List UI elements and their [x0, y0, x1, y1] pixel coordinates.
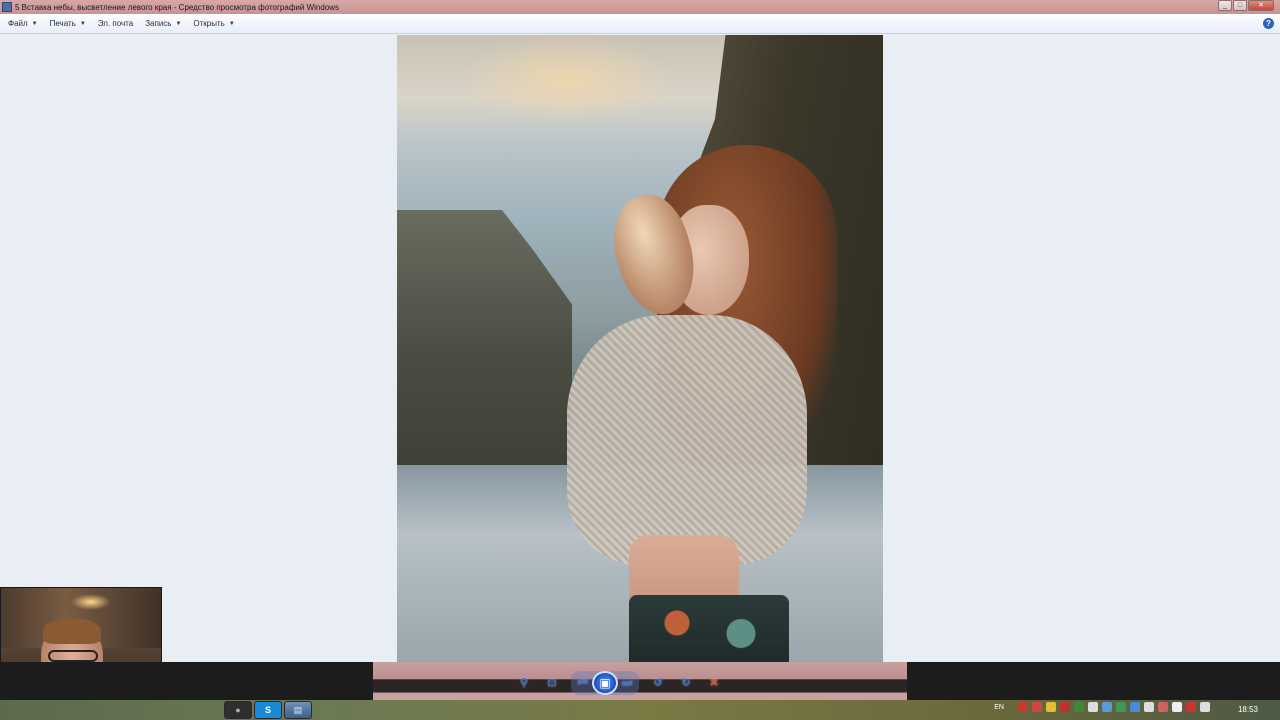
chevron-down-icon: ▼	[79, 20, 86, 27]
help-icon[interactable]: ?	[1263, 18, 1274, 29]
taskbar-recorder-button[interactable]: ●	[224, 701, 252, 719]
photo-viewer-icon: ▤	[293, 704, 303, 715]
photo-sky	[457, 35, 677, 125]
previous-icon[interactable]: ⏮	[574, 675, 592, 691]
menu-burn[interactable]: Запись ▼	[145, 19, 181, 28]
menu-email-label: Эл. почта	[97, 19, 134, 28]
menu-open-label: Открыть	[193, 19, 225, 28]
next-icon[interactable]: ⏭	[618, 675, 636, 691]
menu-file-label: Файл	[8, 19, 28, 28]
navigation-group: ⏮ ▣ ⏭	[571, 671, 639, 695]
tray-icon-14[interactable]	[1200, 702, 1210, 712]
close-button[interactable]: ✕	[1248, 0, 1274, 11]
window-controls: _ □ ✕	[1218, 0, 1274, 11]
taskbar: ● S ▤ EN 18:53	[0, 700, 1280, 720]
photo-model-top	[567, 315, 807, 565]
minimize-button[interactable]: _	[1218, 0, 1232, 11]
record-icon: ●	[235, 705, 241, 715]
tray-icon-1[interactable]	[1018, 702, 1028, 712]
tray-icon-5[interactable]	[1074, 702, 1084, 712]
skype-icon: S	[264, 705, 271, 715]
photo-viewer-app-icon	[2, 2, 12, 12]
viewer-controls: ⚲ ⊡ ⏮ ▣ ⏭ ↺ ↻ ✕	[515, 671, 723, 695]
menu-file[interactable]: Файл ▼	[8, 19, 38, 28]
displayed-photo	[397, 35, 883, 662]
tray-icon-11[interactable]	[1158, 702, 1168, 712]
tray-icon-4[interactable]	[1060, 702, 1070, 712]
chevron-down-icon: ▼	[31, 20, 38, 27]
webcam-presenter-hair	[43, 618, 101, 644]
taskbar-skype-button[interactable]: S	[254, 701, 282, 719]
actual-size-icon[interactable]: ⊡	[543, 675, 561, 691]
menu-bar: Файл ▼ Печать ▼ Эл. почта Запись ▼ Откры…	[0, 14, 1280, 34]
chevron-down-icon: ▼	[228, 20, 235, 27]
tray-icon-7[interactable]	[1102, 702, 1112, 712]
tray-icon-2[interactable]	[1032, 702, 1042, 712]
slideshow-button[interactable]: ▣	[592, 671, 618, 695]
menu-print-label: Печать	[49, 19, 76, 28]
title-bar: 5 Вставка небы, высветление левого края …	[0, 0, 1280, 14]
rotate-left-icon[interactable]: ↺	[649, 675, 667, 691]
chevron-down-icon: ▼	[175, 20, 182, 27]
photo-model-skirt	[629, 595, 789, 662]
language-indicator[interactable]: EN	[994, 704, 1004, 711]
zoom-icon[interactable]: ⚲	[515, 675, 533, 691]
window-title: 5 Вставка небы, высветление левого края …	[15, 2, 340, 12]
menu-print[interactable]: Печать ▼	[50, 19, 86, 28]
maximize-button[interactable]: □	[1233, 0, 1247, 11]
rotate-right-icon[interactable]: ↻	[677, 675, 695, 691]
tray-icon-6[interactable]	[1088, 702, 1098, 712]
tray-icon-9[interactable]	[1130, 702, 1140, 712]
tray-icon-10[interactable]	[1144, 702, 1154, 712]
photo-rock	[397, 210, 572, 480]
tray-icon-8[interactable]	[1116, 702, 1126, 712]
menu-open[interactable]: Открыть ▼	[193, 19, 234, 28]
delete-icon[interactable]: ✕	[705, 675, 723, 691]
webcam-presenter-glasses	[48, 650, 98, 662]
taskbar-clock[interactable]: 18:53	[1238, 705, 1258, 714]
webcam-lamp	[71, 594, 111, 610]
menu-email[interactable]: Эл. почта	[98, 19, 133, 28]
tray-icon-13[interactable]	[1186, 702, 1196, 712]
system-tray: EN	[994, 702, 1210, 712]
menu-burn-label: Запись	[145, 19, 172, 28]
tray-icon-3[interactable]	[1046, 702, 1056, 712]
taskbar-photo-viewer-button[interactable]: ▤	[284, 701, 312, 719]
tray-icon-12[interactable]	[1172, 702, 1182, 712]
